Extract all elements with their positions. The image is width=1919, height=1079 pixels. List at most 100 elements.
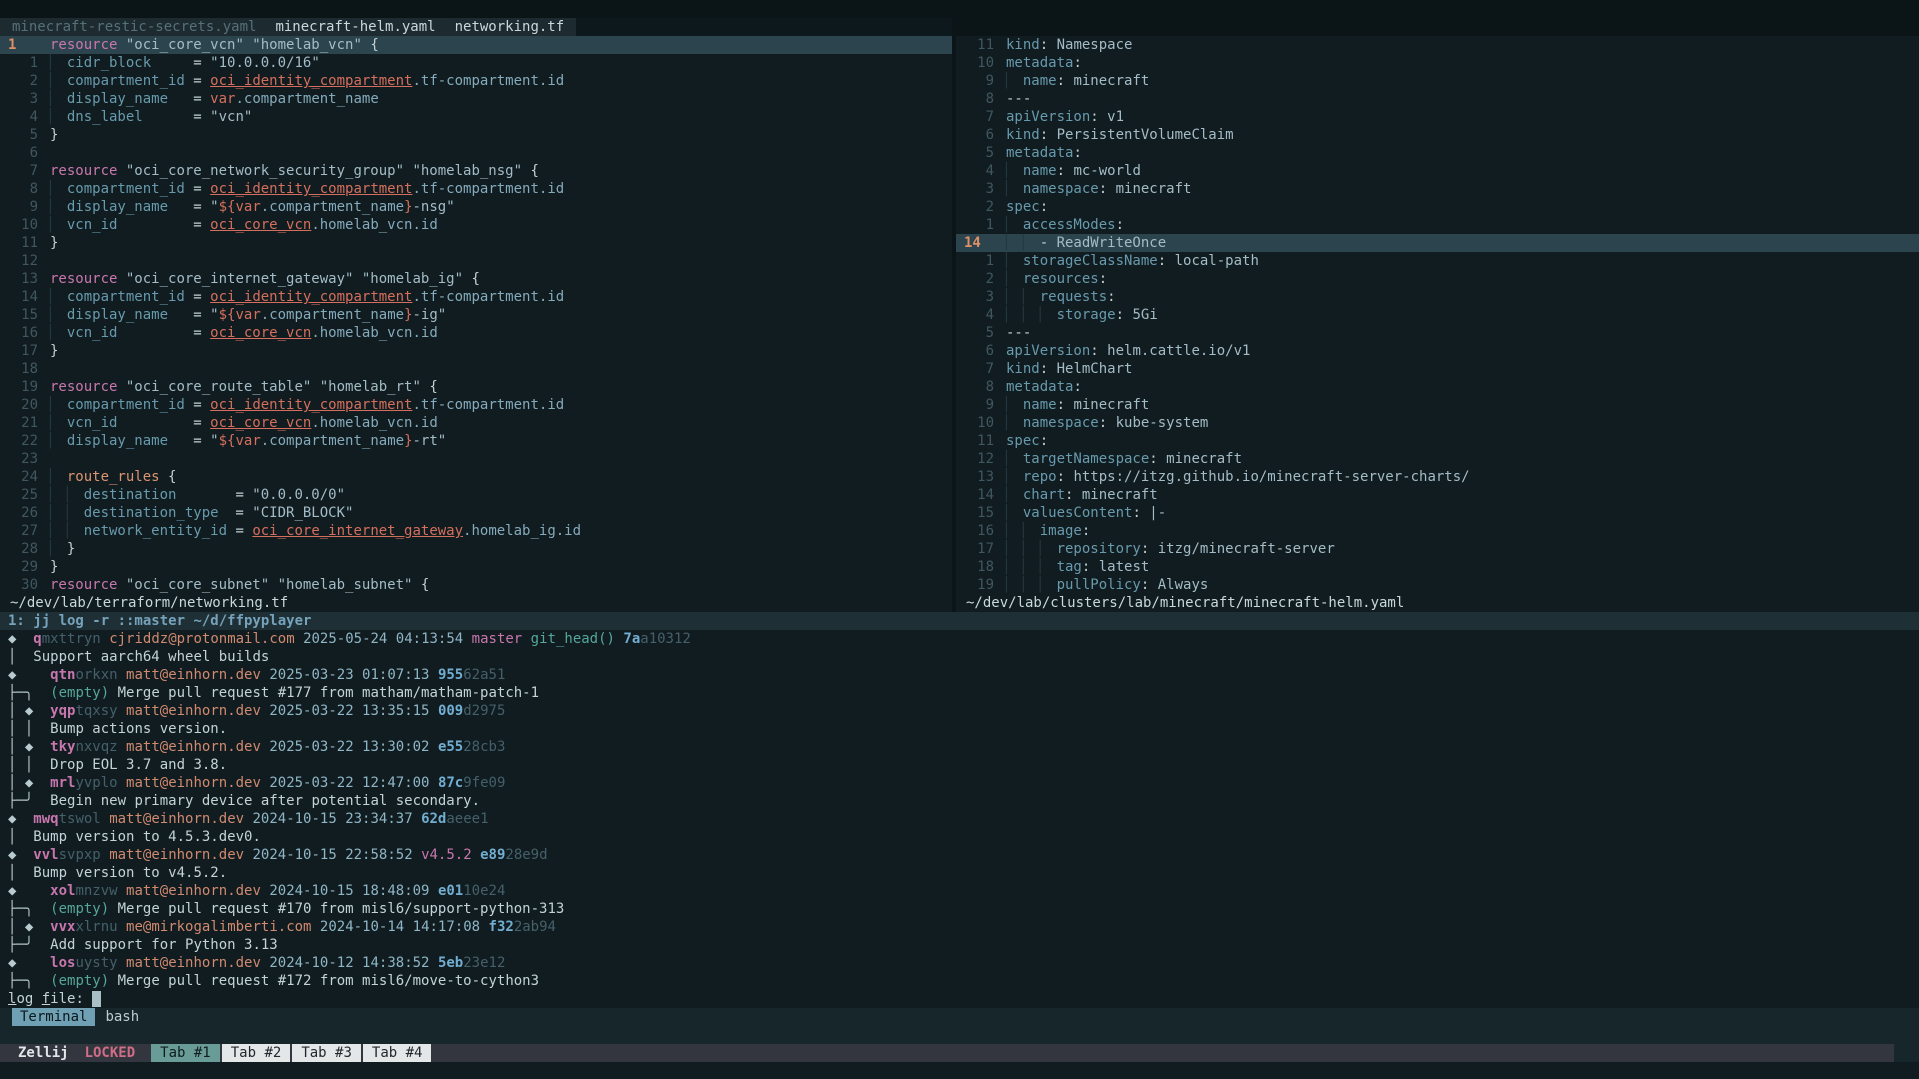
terminal-pane[interactable]: 1: jj log -r ::master ~/d/ffpyplayer ◆ q… <box>0 612 1919 1008</box>
token-mem: .tf-compartment.id <box>412 289 564 305</box>
line-text: ▏ ▏ ▏ pullPolicy: Always <box>1006 576 1208 594</box>
tab-minecraft-helm[interactable]: minecraft-helm.yaml <box>275 18 435 36</box>
zellij-tab-2[interactable]: Tab #2 <box>222 1044 291 1062</box>
token-tx <box>118 667 126 683</box>
line-number: 9 <box>964 72 994 90</box>
terminal-tab-bash[interactable]: bash <box>105 1008 139 1026</box>
token-dim: 23e12 <box>463 955 505 971</box>
line-number: 24 <box>8 468 38 486</box>
token-str: " <box>210 199 218 215</box>
code-line: 11spec: <box>956 432 1919 450</box>
code-line: 3▏ ▏ requests: <box>956 288 1919 306</box>
jj-log-line: ├─╯ Begin new primary device after poten… <box>0 792 1919 810</box>
token-pu: = <box>176 487 252 503</box>
token-str: "CIDR_BLOCK" <box>252 505 353 521</box>
editor-pane-yaml[interactable]: 11kind: Namespace10metadata:9▏ name: min… <box>956 18 1919 612</box>
code-line: 2spec: <box>956 198 1919 216</box>
terminal-tab-active[interactable]: Terminal <box>12 1008 95 1026</box>
token-g: ▏ <box>50 181 67 197</box>
jj-log-line: ◆ xolmnzvw matt@einhorn.dev 2024-10-15 1… <box>0 882 1919 900</box>
jj-log-line: ├─╯ Add support for Python 3.13 <box>0 936 1919 954</box>
token-gr: ◆ <box>8 631 33 647</box>
code-line: 6kind: PersistentVolumeClaim <box>956 126 1919 144</box>
zellij-tab-3[interactable]: Tab #3 <box>292 1044 361 1062</box>
line-text: ▏ compartment_id = oci_identity_compartm… <box>50 396 564 414</box>
token-str: -rt" <box>413 433 447 449</box>
left-statusline: ~/dev/lab/terraform/networking.tf <box>0 594 952 612</box>
token-pr: requests <box>1040 289 1107 305</box>
token-pr: vcn_id <box>67 217 118 233</box>
code-line: 6 <box>0 144 952 162</box>
line-number: 19 <box>964 576 994 594</box>
line-text: ▏ namespace: kube-system <box>1006 414 1208 432</box>
tab-minecraft-restic-secrets[interactable]: minecraft-restic-secrets.yaml <box>12 18 256 36</box>
token-pu: : <box>1158 253 1166 269</box>
zellij-tab-4[interactable]: Tab #4 <box>363 1044 432 1062</box>
tab-networking-tf[interactable]: networking.tf <box>455 18 565 36</box>
token-str: itzg/minecraft-server <box>1149 541 1334 557</box>
token-str: ReadWriteOnce <box>1057 235 1167 251</box>
line-text: ▏ ▏ ▏ repository: itzg/minecraft-server <box>1006 540 1335 558</box>
yaml-code-area[interactable]: 11kind: Namespace10metadata:9▏ name: min… <box>956 36 1919 594</box>
token-pu: = <box>168 307 210 323</box>
code-line: 24▏ route_rules { <box>0 468 952 486</box>
token-tx <box>101 631 109 647</box>
token-pr: storage <box>1057 307 1116 323</box>
line-number: 6 <box>964 126 994 144</box>
token-ey: (empty) <box>50 973 109 989</box>
token-tx <box>311 919 319 935</box>
editor-pane-terraform[interactable]: minecraft-restic-secrets.yaml minecraft-… <box>0 18 952 612</box>
token-str: " <box>210 307 218 323</box>
token-g: ▏ <box>50 199 67 215</box>
token-pu: = <box>227 523 252 539</box>
line-text: ▏ display_name = "${var.compartment_name… <box>50 432 446 450</box>
zellij-tab-1[interactable]: Tab #1 <box>151 1044 220 1062</box>
code-line: 11} <box>0 234 952 252</box>
line-number: 11 <box>8 234 38 252</box>
line-number: 5 <box>964 144 994 162</box>
token-pu: = <box>168 91 210 107</box>
code-line: 17 ▏ ▏ ▏ repository: itzg/minecraft-serve… <box>956 540 1919 558</box>
token-mem: .homelab_vcn.id <box>311 325 437 341</box>
token-str: Always <box>1149 577 1208 593</box>
token-tx <box>118 703 126 719</box>
code-line: 13resource "oci_core_internet_gateway" "… <box>0 270 952 288</box>
line-text: --- <box>1006 324 1031 342</box>
token-gr: │ ◆ <box>8 919 50 935</box>
token-str: v1 <box>1099 109 1124 125</box>
token-pr: dns_label <box>67 109 143 125</box>
token-gr: │ │ <box>8 757 50 773</box>
token-pu: : <box>1040 361 1048 377</box>
token-pr: cidr_block <box>67 55 151 71</box>
line-text: ▏ display_name = "${var.compartment_name… <box>50 306 446 324</box>
line-text: ▏ ▏ network_entity_id = oci_core_interne… <box>50 522 581 540</box>
token-g: ▏ ▏ ▏ <box>1006 559 1057 575</box>
token-em: matt@einhorn.dev <box>109 811 244 827</box>
token-str: latest <box>1090 559 1149 575</box>
line-number: 28 <box>8 540 38 558</box>
code-line: 12 <box>0 252 952 270</box>
token-g: ▏ <box>1006 181 1023 197</box>
line-number: 12 <box>964 450 994 468</box>
code-line: 15▏ valuesContent: |- <box>956 504 1919 522</box>
line-number: 17 <box>964 540 994 558</box>
token-pr: tag <box>1057 559 1082 575</box>
jj-log-line: │ Bump version to 4.5.3.dev0. <box>0 828 1919 846</box>
token-str: minecraft <box>1065 397 1149 413</box>
terraform-code-area[interactable]: 1resource "oci_core_vcn" "homelab_vcn" {… <box>0 36 952 594</box>
log-file-prompt[interactable]: log file: <box>0 990 1919 1008</box>
token-pr: spec <box>1006 199 1040 215</box>
token-dim: 10e24 <box>463 883 505 899</box>
jj-log-output: ◆ qmxttryn cjriddz@protonmail.com 2025-0… <box>0 630 1919 990</box>
token-oid: 009 <box>438 703 463 719</box>
token-pu: : <box>1090 343 1098 359</box>
line-text: metadata: <box>1006 378 1082 396</box>
token-str: -ig" <box>413 307 447 323</box>
code-line: 5--- <box>956 324 1919 342</box>
token-pu: { <box>530 163 538 179</box>
buffer-tabs: minecraft-restic-secrets.yaml minecraft-… <box>0 18 576 36</box>
jj-log-line: ├─╮ (empty) Merge pull request #172 from… <box>0 972 1919 990</box>
line-text: resource "oci_core_route_table" "homelab… <box>50 378 438 396</box>
token-refu: oci_identity_compartment <box>210 289 412 305</box>
line-number: 18 <box>8 360 38 378</box>
